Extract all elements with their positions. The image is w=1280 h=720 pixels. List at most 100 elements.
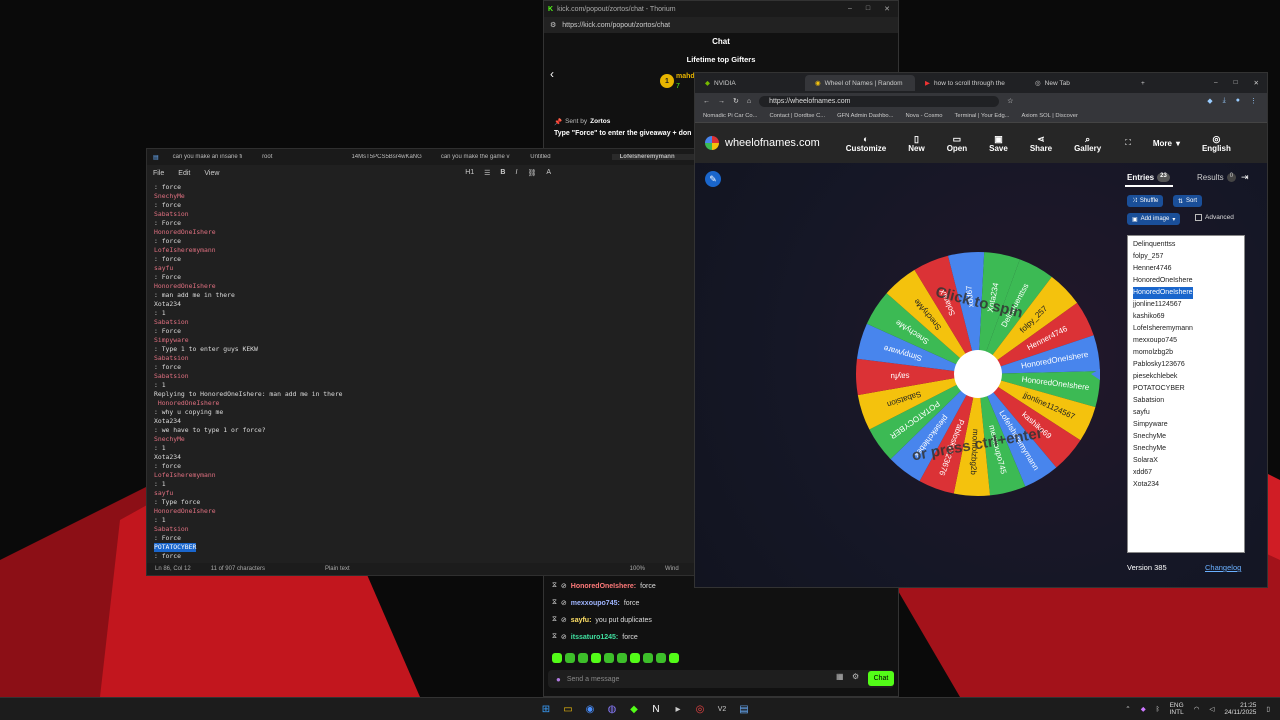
share-button[interactable]: ⋖ Share [1030,134,1052,153]
notepad-tab[interactable]: root [254,154,343,160]
bookmark-item[interactable]: Terminal | Your Edg... [955,113,1010,119]
emote-icon[interactable] [565,653,575,663]
ban-icon[interactable]: ⊘ [561,582,567,590]
extension-icon[interactable]: ◆ [1207,97,1212,105]
microphone-icon[interactable]: ● [556,675,561,684]
start-icon[interactable]: ⊞ [538,701,554,717]
profile-icon[interactable]: ● [1236,97,1240,105]
language-indicator[interactable]: ENG INTL [1170,702,1184,716]
advanced-checkbox[interactable]: Advanced [1195,214,1234,221]
ban-icon[interactable]: ⊘ [561,599,567,607]
bookmark-item[interactable]: Axiom SOL | Discover [1022,113,1078,119]
emote-icon[interactable] [552,653,562,663]
bookmark-item[interactable]: Contact | Dordtse C... [769,113,825,119]
notion-icon[interactable]: N [648,701,664,717]
timeout-icon[interactable]: ⧖ [552,616,557,624]
minimize-icon[interactable]: – [848,5,852,13]
entries-tab[interactable]: Entries 23 [1127,173,1170,182]
tab-scroll-search[interactable]: ▶ how to scroll through the [915,75,1025,91]
settings-icon[interactable]: ⚙ [852,672,859,681]
chat-send-button[interactable]: Chat [868,671,894,686]
clear-format-icon[interactable]: A [546,169,551,177]
bluetooth-icon[interactable]: ᛒ [1156,706,1160,713]
minimize-icon[interactable]: – [1214,79,1218,87]
bookmark-item[interactable]: Nomadic Pi Car Co... [703,113,757,119]
discord-icon[interactable]: ◍ [604,701,620,717]
clock[interactable]: 21:25 24/11/2025 [1224,702,1256,716]
tray-chevron-icon[interactable]: ⌃ [1125,705,1130,713]
notepad-icon[interactable]: ▤ [736,701,752,717]
hide-panel-icon[interactable]: ⇥ [1241,172,1249,183]
back-icon[interactable]: ← [703,98,710,105]
bold-icon[interactable]: B [500,169,505,177]
emote-icon[interactable] [669,653,679,663]
open-button[interactable]: ▭ Open [947,134,967,153]
notepad-tab[interactable]: can you make the game v [433,154,522,160]
wifi-icon[interactable]: ◠ [1194,705,1200,713]
maximize-icon[interactable]: □ [866,5,870,13]
more-button[interactable]: More ▾ [1153,139,1180,148]
results-tab[interactable]: Results 0 [1197,173,1237,182]
chrome-icon[interactable]: ◎ [692,701,708,717]
heading-dropdown[interactable]: H1 [465,169,474,177]
tab-wheel-of-names[interactable]: ◉ Wheel of Names | Random [805,75,915,91]
changelog-link[interactable]: Changelog [1205,563,1241,572]
send-message-input[interactable]: Send a message [567,676,880,683]
italic-icon[interactable]: I [515,169,517,177]
reload-icon[interactable]: ↻ [733,97,739,105]
menu-file[interactable]: File [153,170,164,177]
chat-username[interactable]: HonoredOneIshere: [571,583,636,590]
menu-edit[interactable]: Edit [178,170,190,177]
link-icon[interactable]: ⛓ [527,169,536,177]
menu-dots-icon[interactable]: ⋮ [1250,97,1257,105]
gallery-button[interactable]: ⌕ Gallery [1074,134,1101,153]
fullscreen-icon[interactable]: ⛶ [1125,138,1131,148]
thorium-icon[interactable]: ◉ [582,701,598,717]
bookmark-item[interactable]: GFN Admin Dashbo... [837,113,893,119]
new-button[interactable]: ▯ New [908,134,924,153]
url-field[interactable]: https://wheelofnames.com [759,95,1000,107]
bookmark-star-icon[interactable]: ☆ [1007,97,1013,105]
won-site-name[interactable]: wheelofnames.com [725,137,820,149]
tab-nvidia[interactable]: ◆ NVIDIA [695,75,805,91]
chevron-left-icon[interactable]: ‹ [550,67,554,81]
maximize-icon[interactable]: □ [1234,79,1238,87]
edit-pencil-icon[interactable]: ✎ [705,171,721,187]
notepad-tab[interactable]: LofeIsheremymann [611,154,701,160]
notepad-tab[interactable]: Untitled [522,154,611,160]
site-settings-icon[interactable]: ⚙ [550,21,556,29]
notepad-text-area[interactable]: : force SnechyMe: force Sabatsion: Force Ho… [154,183,694,563]
bookmark-item[interactable]: Nova - Cosmo [905,113,942,119]
save-button[interactable]: ▣ Save [989,134,1008,153]
gift-icon[interactable]: ▦ [836,672,844,681]
emote-icon[interactable] [617,653,627,663]
sort-button[interactable]: ⇅ Sort [1173,195,1203,207]
tray-app-icon[interactable]: ◆ [1141,705,1146,713]
notification-icon[interactable]: ▯ [1266,705,1270,713]
kick-app-icon[interactable]: ◆ [626,701,642,717]
chat-username[interactable]: mexxoupo745: [571,600,620,607]
notepad-tab[interactable]: can you make an insane fi [165,154,254,160]
emote-icon[interactable] [643,653,653,663]
timeout-icon[interactable]: ⧖ [552,633,557,641]
new-tab-icon[interactable]: + [1141,80,1145,87]
emote-icon[interactable] [630,653,640,663]
kick-address-bar[interactable]: ⚙ https://kick.com/popout/zortos/chat [544,17,898,33]
wheel-center-hub[interactable] [954,350,1002,398]
timeout-icon[interactable]: ⧖ [552,582,557,590]
ban-icon[interactable]: ⊘ [561,633,567,641]
list-icon[interactable]: ☰ [484,169,490,177]
spin-wheel[interactable]: Delinquenttssfolpy_257Henner4746HonoredO… [853,249,1103,499]
emote-icon[interactable] [656,653,666,663]
customize-button[interactable]: ◐ Customize [846,134,886,153]
timeout-icon[interactable]: ⧖ [552,599,557,607]
menu-view[interactable]: View [204,170,219,177]
emote-icon[interactable] [578,653,588,663]
chat-username[interactable]: sayfu: [571,617,592,624]
forward-icon[interactable]: → [718,98,725,105]
download-icon[interactable]: ⤓ [1223,97,1226,105]
emote-icon[interactable] [604,653,614,663]
emote-icon[interactable] [591,653,601,663]
entries-textarea[interactable]: Delinquenttss folpy_257 Henner4746 HonoredO… [1127,235,1245,553]
shuffle-button[interactable]: ⤨ Shuffle [1127,195,1164,207]
